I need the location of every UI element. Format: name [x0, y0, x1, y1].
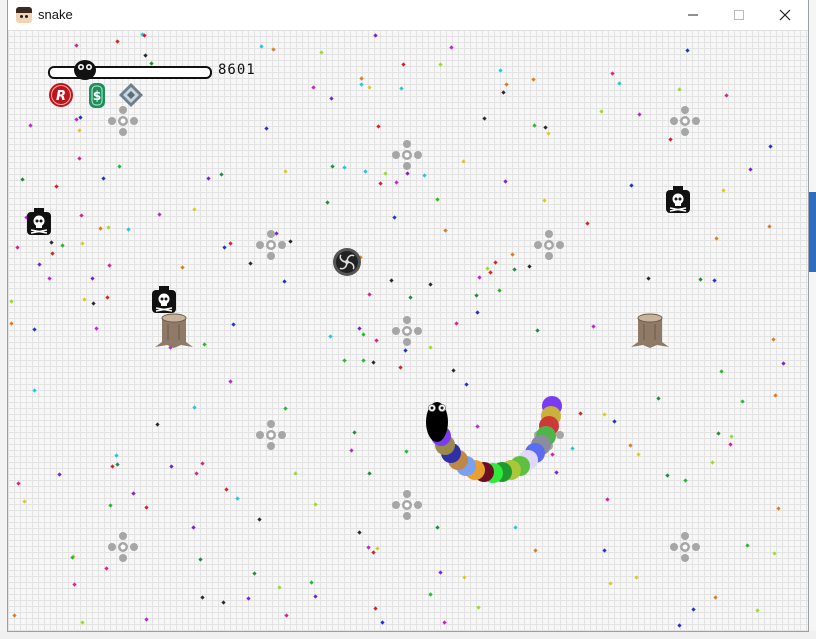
- svg-text:R: R: [56, 89, 66, 104]
- green-dollar-badge-icon[interactable]: $: [88, 82, 106, 109]
- desktop-right-edge: [808, 0, 816, 639]
- snake-layer: [426, 396, 562, 483]
- app-icon: [16, 7, 32, 23]
- game-field[interactable]: 8601 R $: [8, 30, 808, 631]
- minimize-button[interactable]: [670, 0, 716, 30]
- game-window: snake 8601 R $: [8, 0, 808, 631]
- maximize-button[interactable]: [716, 0, 762, 30]
- desktop-left-edge: [0, 0, 8, 639]
- svg-text:$: $: [93, 89, 101, 103]
- maximize-icon: [734, 10, 744, 20]
- close-icon: [779, 9, 791, 21]
- score-value: 8601: [218, 62, 256, 78]
- snake-pupil: [430, 406, 434, 410]
- snake-avatar-icon: [74, 60, 96, 80]
- window-title: snake: [38, 7, 73, 22]
- snake-pupil: [440, 406, 444, 410]
- diamond-badge-icon[interactable]: [118, 82, 144, 108]
- red-r-badge-icon[interactable]: R: [48, 82, 74, 108]
- desktop-blue-panel: [808, 192, 816, 272]
- minimize-icon: [688, 14, 698, 16]
- desktop-bottom-edge: [0, 631, 816, 639]
- title-bar[interactable]: snake: [8, 0, 808, 30]
- close-button[interactable]: [762, 0, 808, 30]
